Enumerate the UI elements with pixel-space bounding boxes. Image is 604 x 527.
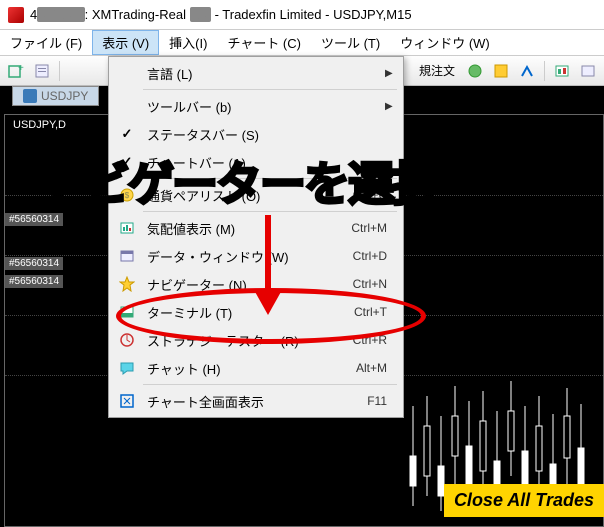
menuitem-shortcut: Ctrl+D <box>353 249 397 263</box>
fullscreen-icon <box>115 393 139 409</box>
menuitem-0[interactable]: 言語 (L) ▶ <box>111 59 401 87</box>
menuitem-label: チャート全画面表示 <box>139 392 367 411</box>
menu-insert[interactable]: 挿入(I) <box>159 30 217 55</box>
menuitem-label: ステータスバー (S) <box>139 125 387 144</box>
annotation-text: ナビゲーターを選択 <box>40 148 594 214</box>
price-label: #56560314 <box>5 213 63 226</box>
menu-window[interactable]: ウィンドウ (W) <box>390 30 500 55</box>
toolbar-profiles-icon[interactable] <box>30 59 54 83</box>
check-icon: ✓ <box>115 126 139 142</box>
chart-tab-icon <box>23 89 37 103</box>
toolbar-marketwatch-icon[interactable] <box>550 59 574 83</box>
chart-symbol-label: USDJPY,D <box>13 119 66 131</box>
menu-view[interactable]: 表示 (V) <box>92 30 159 55</box>
price-label: #56560314 <box>5 257 63 270</box>
menuitem-label: 言語 (L) <box>139 64 375 83</box>
market-icon <box>115 220 139 236</box>
menu-tools[interactable]: ツール (T) <box>311 30 390 55</box>
tester-icon <box>115 332 139 348</box>
menuitem-shortcut: F11 <box>367 394 397 408</box>
menuitem-15[interactable]: チャート全画面表示F11 <box>111 387 401 415</box>
toolbar-neworder-label[interactable]: 規注文 <box>413 62 461 79</box>
app-icon <box>8 7 24 23</box>
chart-tab-label: USDJPY <box>41 89 88 103</box>
toolbar-more-icon[interactable] <box>576 59 600 83</box>
svg-text:+: + <box>18 63 24 74</box>
chat-icon <box>115 360 139 376</box>
menuitem-label: ツールバー (b) <box>139 97 375 116</box>
toolbar-expert-icon[interactable] <box>463 59 487 83</box>
chart-tab[interactable]: USDJPY <box>12 86 99 106</box>
menuitem-label: 気配値表示 (M) <box>139 219 351 238</box>
window-title: 4XXXXX: XMTrading-Real XX - Tradexfin Li… <box>30 7 412 22</box>
menuitem-label: データ・ウィンドウ (W) <box>139 247 353 266</box>
menuitem-label: チャット (H) <box>139 359 356 378</box>
menuitem-shortcut: Ctrl+N <box>353 277 397 291</box>
menuitem-2[interactable]: ツールバー (b) ▶ <box>111 92 401 120</box>
window-titlebar: 4XXXXX: XMTrading-Real XX - Tradexfin Li… <box>0 0 604 30</box>
close-all-trades-banner[interactable]: Close All Trades <box>444 484 604 517</box>
menu-file[interactable]: ファイル (F) <box>0 30 92 55</box>
menu-chart[interactable]: チャート (C) <box>217 30 311 55</box>
menuitem-shortcut: Alt+M <box>356 361 397 375</box>
toolbar-mql-icon[interactable] <box>489 59 513 83</box>
menubar: ファイル (F) 表示 (V) 挿入(I) チャート (C) ツール (T) ウ… <box>0 30 604 56</box>
toolbar-newchart-icon[interactable]: + <box>4 59 28 83</box>
price-label: #56560314 <box>5 275 63 288</box>
menuitem-3[interactable]: ✓ステータスバー (S) <box>111 120 401 148</box>
star-icon <box>115 276 139 292</box>
annotation-arrow-icon <box>248 210 288 320</box>
window-icon <box>115 248 139 264</box>
toolbar-signals-icon[interactable] <box>515 59 539 83</box>
submenu-arrow-icon: ▶ <box>385 68 397 79</box>
menuitem-13[interactable]: チャット (H)Alt+M <box>111 354 401 382</box>
submenu-arrow-icon: ▶ <box>385 101 397 112</box>
menuitem-shortcut: Ctrl+M <box>351 221 397 235</box>
